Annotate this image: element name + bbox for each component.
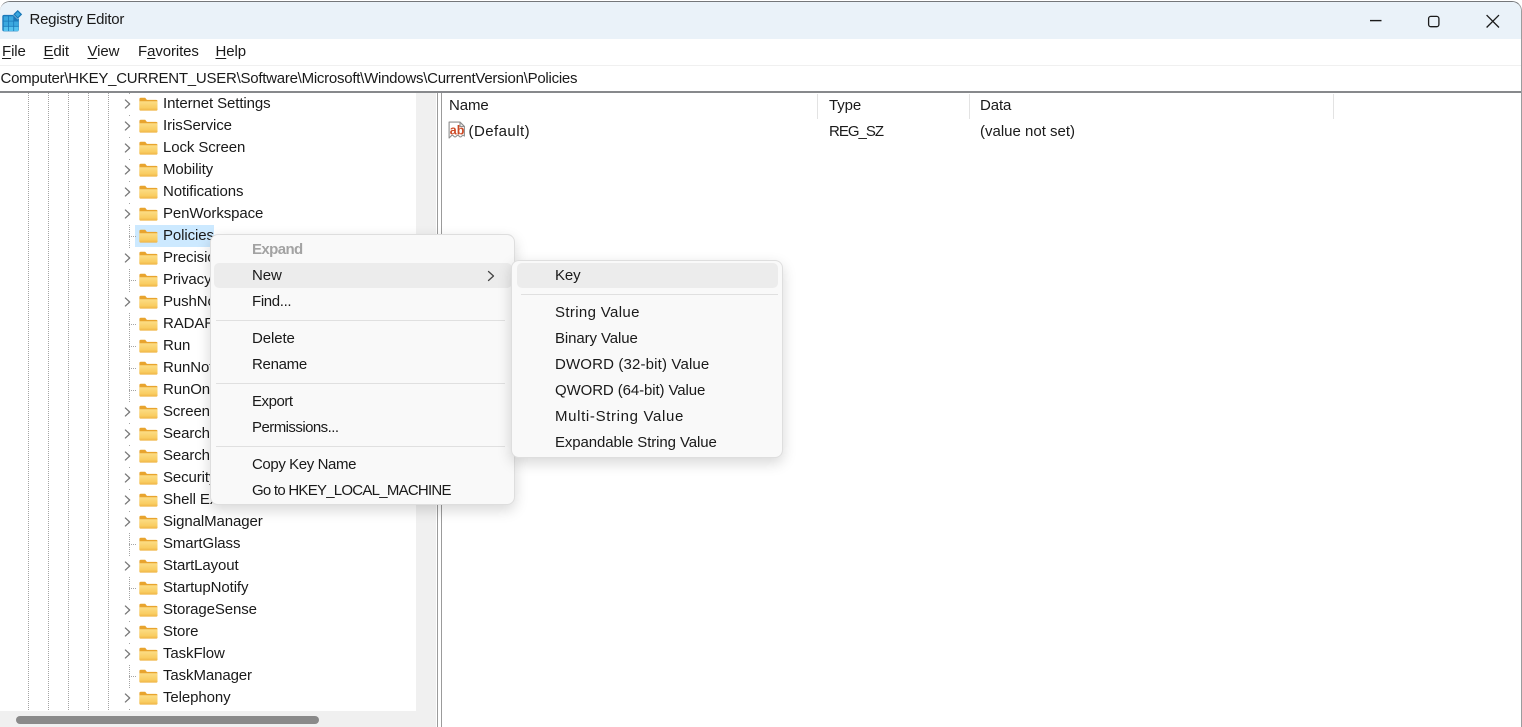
- svg-text:ab: ab: [450, 123, 465, 137]
